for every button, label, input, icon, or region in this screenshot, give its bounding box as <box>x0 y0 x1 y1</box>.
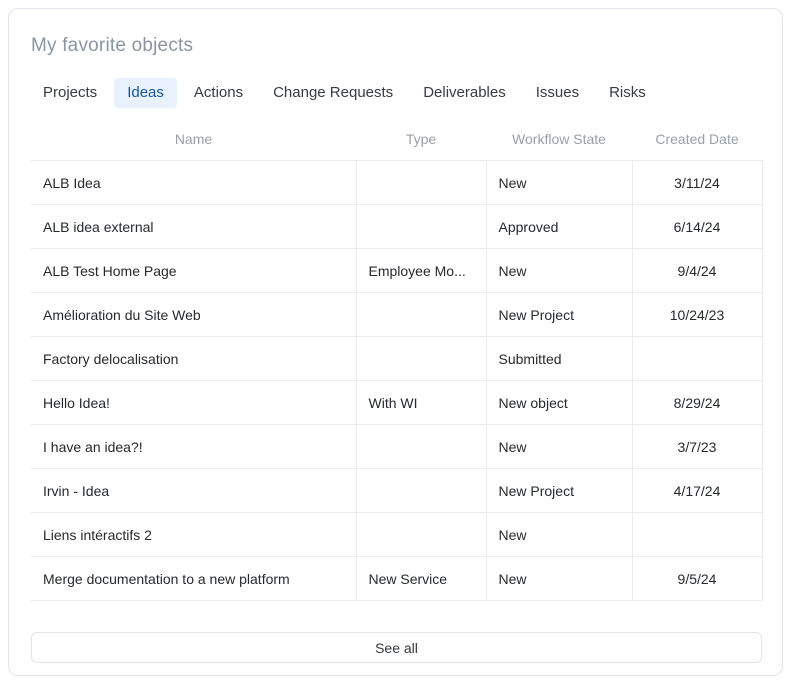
table-row[interactable]: Hello Idea! With WI New object 8/29/24 <box>31 381 762 425</box>
cell-name: Factory delocalisation <box>31 337 356 381</box>
table-row[interactable]: ALB Test Home Page Employee Mo... New 9/… <box>31 249 762 293</box>
favorites-table: Name Type Workflow State Created Date AL… <box>31 121 763 601</box>
cell-type: With WI <box>356 381 486 425</box>
tab-actions[interactable]: Actions <box>181 78 256 108</box>
cell-name: Irvin - Idea <box>31 469 356 513</box>
cell-type <box>356 337 486 381</box>
cell-workflow-state: New object <box>486 381 632 425</box>
cell-workflow-state: New <box>486 557 632 601</box>
column-header-type: Type <box>356 121 486 161</box>
cell-created-date <box>632 513 762 557</box>
cell-type: Employee Mo... <box>356 249 486 293</box>
column-header-created-date: Created Date <box>632 121 762 161</box>
cell-name: I have an idea?! <box>31 425 356 469</box>
cell-type <box>356 293 486 337</box>
table-header-row: Name Type Workflow State Created Date <box>31 121 762 161</box>
cell-name: ALB Test Home Page <box>31 249 356 293</box>
cell-workflow-state: Approved <box>486 205 632 249</box>
tab-projects[interactable]: Projects <box>30 78 110 108</box>
table-row[interactable]: Factory delocalisation Submitted <box>31 337 762 381</box>
table-row[interactable]: ALB idea external Approved 6/14/24 <box>31 205 762 249</box>
cell-created-date <box>632 337 762 381</box>
cell-type <box>356 161 486 205</box>
cell-workflow-state: New Project <box>486 293 632 337</box>
tab-change-requests[interactable]: Change Requests <box>260 78 406 108</box>
cell-workflow-state: Submitted <box>486 337 632 381</box>
cell-type <box>356 425 486 469</box>
tab-issues[interactable]: Issues <box>523 78 592 108</box>
column-header-name: Name <box>31 121 356 161</box>
column-header-workflow-state: Workflow State <box>486 121 632 161</box>
object-type-tabs: Projects Ideas Actions Change Requests D… <box>30 78 760 108</box>
cell-type <box>356 469 486 513</box>
cell-type <box>356 205 486 249</box>
cell-type: New Service <box>356 557 486 601</box>
cell-workflow-state: New <box>486 161 632 205</box>
cell-created-date: 3/11/24 <box>632 161 762 205</box>
cell-workflow-state: New Project <box>486 469 632 513</box>
tab-risks[interactable]: Risks <box>596 78 659 108</box>
cell-name: ALB idea external <box>31 205 356 249</box>
cell-created-date: 9/5/24 <box>632 557 762 601</box>
favorites-card: My favorite objects Projects Ideas Actio… <box>8 8 783 676</box>
cell-created-date: 3/7/23 <box>632 425 762 469</box>
cell-created-date: 10/24/23 <box>632 293 762 337</box>
cell-workflow-state: New <box>486 249 632 293</box>
card-title: My favorite objects <box>31 35 760 57</box>
cell-workflow-state: New <box>486 425 632 469</box>
tab-ideas[interactable]: Ideas <box>114 78 177 108</box>
table-row[interactable]: Liens intéractifs 2 New <box>31 513 762 557</box>
table-row[interactable]: I have an idea?! New 3/7/23 <box>31 425 762 469</box>
cell-created-date: 4/17/24 <box>632 469 762 513</box>
cell-name: Merge documentation to a new platform <box>31 557 356 601</box>
cell-type <box>356 513 486 557</box>
table-row[interactable]: Irvin - Idea New Project 4/17/24 <box>31 469 762 513</box>
table-row[interactable]: Amélioration du Site Web New Project 10/… <box>31 293 762 337</box>
tab-deliverables[interactable]: Deliverables <box>410 78 519 108</box>
cell-name: Hello Idea! <box>31 381 356 425</box>
cell-created-date: 8/29/24 <box>632 381 762 425</box>
cell-name: Liens intéractifs 2 <box>31 513 356 557</box>
see-all-button[interactable]: See all <box>31 632 762 663</box>
table-row[interactable]: ALB Idea New 3/11/24 <box>31 161 762 205</box>
cell-created-date: 6/14/24 <box>632 205 762 249</box>
cell-name: ALB Idea <box>31 161 356 205</box>
cell-name: Amélioration du Site Web <box>31 293 356 337</box>
cell-created-date: 9/4/24 <box>632 249 762 293</box>
cell-workflow-state: New <box>486 513 632 557</box>
table-row[interactable]: Merge documentation to a new platform Ne… <box>31 557 762 601</box>
